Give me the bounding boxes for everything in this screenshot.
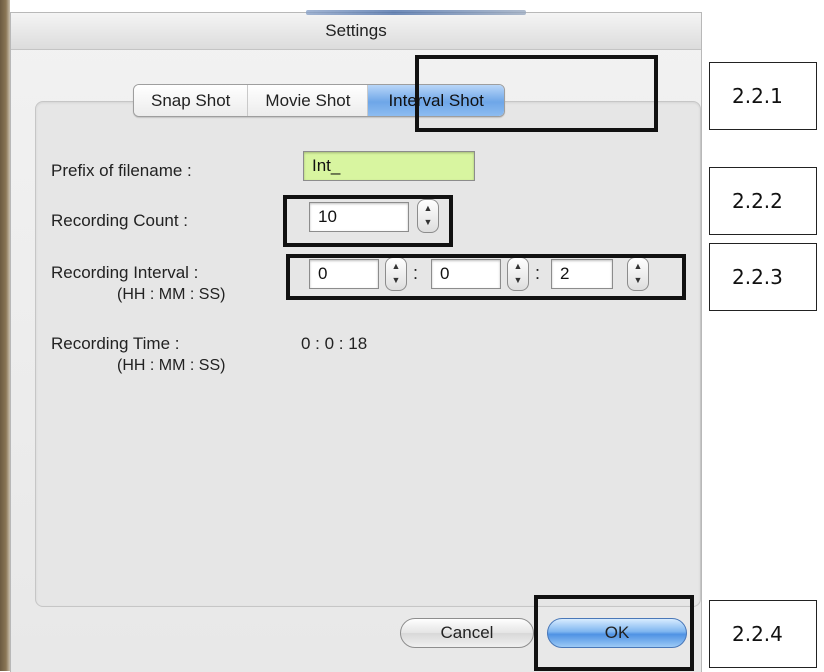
callout-2-2-3: 2.2.3	[709, 243, 817, 311]
callout-2-2-4: 2.2.4	[709, 600, 817, 668]
recording-time-label: Recording Time :	[51, 334, 180, 353]
ok-highlight-box	[534, 595, 694, 671]
prefix-input[interactable]: Int_	[303, 151, 475, 181]
count-highlight-box	[283, 195, 453, 247]
recording-interval-label: Recording Interval :	[51, 263, 199, 282]
callout-2-2-2: 2.2.2	[709, 167, 817, 235]
recording-time-format: (HH : MM : SS)	[117, 357, 226, 374]
tab-snap-shot[interactable]: Snap Shot	[134, 85, 249, 116]
recording-time-value: 0 : 0 : 18	[301, 334, 368, 353]
recording-count-label: Recording Count :	[51, 211, 189, 230]
window-title: Settings	[325, 21, 387, 40]
prefix-label: Prefix of filename :	[51, 161, 192, 180]
title-bar-highlight	[306, 10, 526, 15]
tab-movie-shot[interactable]: Movie Shot	[248, 85, 369, 116]
recording-interval-format: (HH : MM : SS)	[117, 286, 226, 303]
background-window-edge	[0, 0, 10, 671]
cancel-button[interactable]: Cancel	[400, 618, 534, 648]
callout-2-2-1: 2.2.1	[709, 62, 817, 130]
title-bar[interactable]: Settings	[11, 10, 701, 50]
tabs-highlight-box	[415, 55, 658, 132]
interval-highlight-box	[286, 254, 686, 300]
